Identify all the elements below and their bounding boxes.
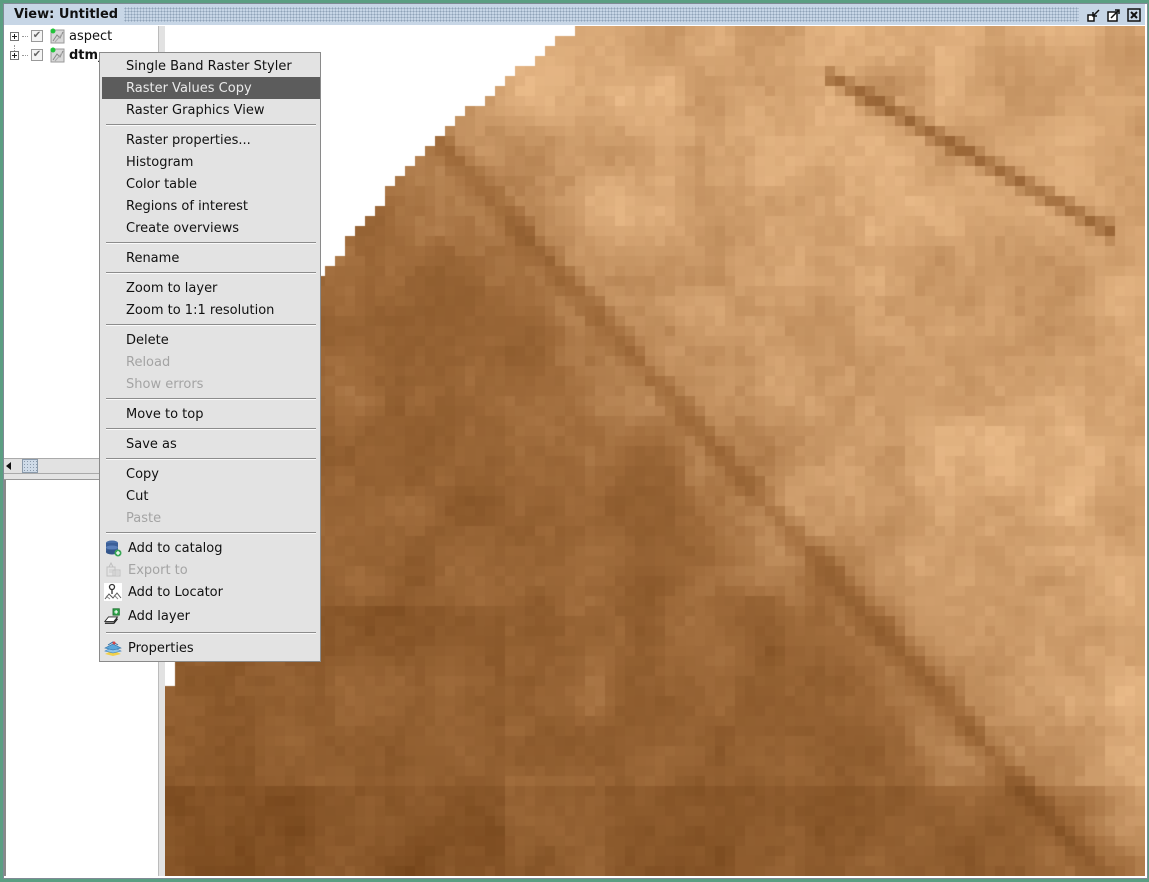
menu-item-histogram[interactable]: Histogram: [102, 151, 320, 173]
close-icon: [1127, 7, 1141, 22]
menu-item-raster-values-copy[interactable]: Raster Values Copy: [102, 77, 320, 99]
database-add-icon: [104, 539, 122, 557]
menu-item-label: Paste: [126, 510, 162, 526]
layer-item-dtm[interactable]: ✔ dtm_: [10, 46, 105, 64]
menu-item-single-band-raster-styler[interactable]: Single Band Raster Styler: [102, 55, 320, 77]
menu-item-label: Reload: [126, 354, 171, 370]
menu-item-label: Single Band Raster Styler: [126, 58, 292, 74]
scrollbar-thumb[interactable]: [22, 459, 38, 473]
menu-item-label: Zoom to 1:1 resolution: [126, 302, 275, 318]
menu-item-label: Color table: [126, 176, 197, 192]
expand-icon[interactable]: [10, 50, 19, 60]
menu-item-label: Raster properties...: [126, 132, 251, 148]
toc-horizontal-scrollbar[interactable]: [4, 458, 100, 474]
menu-item-delete[interactable]: Delete: [102, 329, 320, 351]
menu-item-label: Zoom to layer: [126, 280, 218, 296]
layer-item-aspect[interactable]: ✔ aspect: [10, 27, 112, 45]
menu-item-zoom-to-1-1-resolution[interactable]: Zoom to 1:1 resolution: [102, 299, 320, 321]
menu-item-label: Add to catalog: [128, 540, 223, 556]
close-button[interactable]: [1127, 7, 1141, 22]
menu-item-label: Regions of interest: [126, 198, 248, 214]
menu-item-color-table[interactable]: Color table: [102, 173, 320, 195]
menu-item-label: Add to Locator: [128, 584, 223, 600]
menu-item-label: Show errors: [126, 376, 204, 392]
properties-icon: [104, 639, 122, 657]
layer-label: aspect: [69, 28, 113, 44]
menu-item-add-to-locator[interactable]: Add to Locator: [102, 581, 320, 603]
locator-icon: [104, 583, 122, 601]
menu-item-add-layer[interactable]: Add layer: [102, 603, 320, 629]
tree-connector: [22, 54, 28, 56]
export-icon: [104, 561, 122, 579]
menu-separator: [106, 458, 316, 460]
titlebar-grip[interactable]: [124, 7, 1079, 22]
menu-item-create-overviews[interactable]: Create overviews: [102, 217, 320, 239]
menu-item-label: Histogram: [126, 154, 194, 170]
view-title: View: Untitled: [14, 7, 119, 22]
layer-context-menu: Single Band Raster Styler Raster Values C…: [99, 52, 321, 662]
menu-separator: [106, 242, 316, 244]
raster-layer-icon: [50, 28, 65, 44]
menu-item-label: Raster Graphics View: [126, 102, 265, 118]
menu-separator: [106, 398, 316, 400]
layer-visibility-checkbox[interactable]: ✔: [31, 30, 43, 42]
maximize-icon: [1107, 8, 1120, 22]
maximize-button[interactable]: [1107, 8, 1121, 22]
menu-item-raster-properties[interactable]: Raster properties...: [102, 129, 320, 151]
menu-item-raster-graphics-view[interactable]: Raster Graphics View: [102, 99, 320, 121]
menu-item-properties[interactable]: Properties: [102, 637, 320, 659]
menu-item-move-to-top[interactable]: Move to top: [102, 403, 320, 425]
menu-item-label: Rename: [126, 250, 180, 266]
minimize-button[interactable]: [1087, 8, 1101, 22]
menu-item-label: Delete: [126, 332, 169, 348]
menu-item-label: Save as: [126, 436, 177, 452]
menu-separator: [106, 532, 316, 534]
menu-item-save-as[interactable]: Save as: [102, 433, 320, 455]
menu-item-label: Copy: [126, 466, 159, 482]
menu-item-label: Cut: [126, 488, 149, 504]
expand-icon[interactable]: [10, 31, 19, 41]
menu-separator: [106, 428, 316, 430]
menu-item-add-to-catalog[interactable]: Add to catalog: [102, 537, 320, 559]
view-titlebar[interactable]: View: Untitled: [4, 4, 1145, 25]
add-layer-icon: [104, 607, 122, 625]
menu-separator: [106, 324, 316, 326]
menu-item-label: Create overviews: [126, 220, 240, 236]
menu-item-show-errors: Show errors: [102, 373, 320, 395]
menu-item-zoom-to-layer[interactable]: Zoom to layer: [102, 277, 320, 299]
menu-item-regions-of-interest[interactable]: Regions of interest: [102, 195, 320, 217]
minimize-icon: [1087, 8, 1100, 22]
menu-separator: [106, 272, 316, 274]
menu-item-export-to: Export to: [102, 559, 320, 581]
menu-item-label: Properties: [128, 640, 194, 656]
menu-separator: [106, 124, 316, 126]
menu-item-reload: Reload: [102, 351, 320, 373]
menu-item-cut[interactable]: Cut: [102, 485, 320, 507]
layer-visibility-checkbox[interactable]: ✔: [31, 49, 43, 61]
menu-item-label: Move to top: [126, 406, 204, 422]
raster-layer-icon: [50, 47, 65, 63]
menu-item-label: Raster Values Copy: [126, 80, 252, 96]
scroll-left-icon[interactable]: [6, 462, 11, 470]
menu-item-paste: Paste: [102, 507, 320, 529]
menu-item-rename[interactable]: Rename: [102, 247, 320, 269]
menu-item-label: Export to: [128, 562, 188, 578]
menu-item-copy[interactable]: Copy: [102, 463, 320, 485]
menu-separator: [106, 632, 316, 634]
tree-connector: [22, 35, 28, 37]
menu-item-label: Add layer: [128, 608, 190, 624]
